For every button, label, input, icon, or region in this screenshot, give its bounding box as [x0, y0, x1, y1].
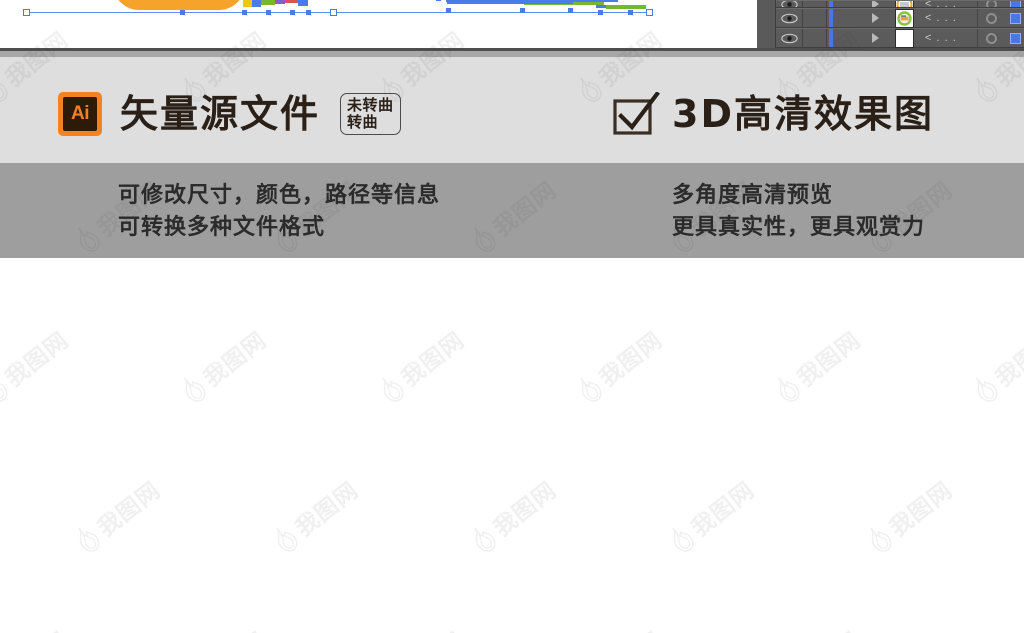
layer-color-swatch — [827, 29, 835, 47]
selection-bounding-line — [26, 12, 650, 13]
disclosure-triangle-icon — [872, 1, 879, 7]
eye-icon — [780, 1, 798, 7]
layer-visibility-toggle[interactable] — [776, 29, 803, 47]
eye-icon — [780, 33, 798, 43]
layer-selection-indicator[interactable] — [1005, 9, 1024, 27]
selection-square-icon — [1009, 12, 1021, 24]
artwork-cluster-purple — [275, 0, 285, 4]
layer-thumbnail — [889, 28, 919, 48]
layer-visibility-toggle[interactable] — [776, 9, 803, 27]
vector-curve-tag-box: 未转曲 转曲 — [340, 92, 401, 136]
selection-handle-left[interactable] — [23, 9, 30, 16]
layers-panel[interactable]: < . . . < . . . < . . . — [775, 0, 1024, 48]
selection-anchor-point[interactable] — [242, 10, 247, 15]
feature-vector-source: Ai 矢量源文件 未转曲 转曲 — [58, 92, 401, 136]
target-circle-icon — [986, 1, 997, 7]
tag-converted: 转曲 — [347, 112, 379, 131]
blank-content-area — [0, 258, 1024, 633]
layer-disclosure-toggle[interactable] — [835, 29, 889, 47]
artwork-orange-blob — [113, 0, 245, 10]
selection-handle-mid[interactable] — [330, 9, 337, 16]
thumb-artwork-icon — [896, 10, 912, 26]
description-line: 多角度高清预览 — [672, 183, 834, 208]
selection-anchor-point[interactable] — [436, 0, 441, 1]
layer-name[interactable]: < . . . — [919, 1, 977, 7]
layer-target-indicator[interactable] — [977, 9, 1005, 27]
adobe-illustrator-icon-label: Ai — [63, 97, 97, 131]
feature-title-vector: 矢量源文件 — [120, 92, 321, 136]
layer-row[interactable]: < . . . — [776, 8, 1024, 28]
layer-row[interactable]: < . . . — [776, 28, 1024, 48]
artwork-blue-outline-b — [447, 2, 573, 4]
disclosure-triangle-icon — [872, 33, 879, 43]
selection-anchor-point[interactable] — [446, 8, 451, 13]
layer-color-swatch — [827, 1, 835, 7]
selection-anchor-point[interactable] — [290, 10, 295, 15]
layer-name-text: < . . . — [925, 32, 957, 44]
artwork-green-bar-b — [606, 5, 646, 9]
checkbox-checked-icon — [613, 92, 660, 135]
layer-visibility-toggle[interactable] — [776, 1, 803, 7]
selection-square-icon — [1009, 1, 1021, 7]
description-line: 可转换多种文件格式 — [118, 214, 326, 240]
feature-3d-preview: 3D高清效果图 — [612, 92, 934, 136]
layer-name-text: < . . . — [925, 0, 957, 8]
selection-anchor-point[interactable] — [598, 10, 603, 15]
layer-thumbnail — [889, 8, 919, 28]
artwork-cluster-green — [261, 0, 275, 5]
green-circle-thumb — [894, 8, 914, 28]
selection-anchor-point[interactable] — [520, 8, 525, 13]
description-3d-preview: 多角度高清预览 更具真实性，更具观赏力 — [672, 180, 925, 244]
selection-anchor-point[interactable] — [306, 10, 311, 15]
layer-lock-toggle[interactable] — [803, 9, 827, 27]
eye-icon — [780, 13, 798, 23]
artwork-cluster-blue-a — [252, 0, 261, 7]
layer-name[interactable]: < . . . — [919, 9, 977, 27]
orange-circle-thumb — [894, 1, 914, 7]
description-vector-source: 可修改尺寸，颜色，路径等信息 可转换多种文件格式 — [118, 180, 440, 244]
layer-thumbnail — [889, 1, 919, 7]
layer-disclosure-toggle[interactable] — [835, 9, 889, 27]
description-line: 可修改尺寸，颜色，路径等信息 — [118, 183, 441, 208]
selection-square-icon — [1009, 32, 1021, 44]
layer-color-swatch — [827, 9, 835, 27]
layer-target-indicator[interactable] — [977, 29, 1005, 47]
tag-not-converted: 未转曲 — [347, 95, 394, 114]
target-circle-icon — [986, 32, 997, 44]
layer-row[interactable]: < . . . — [776, 0, 1024, 8]
illustrator-artboard-canvas[interactable] — [0, 0, 757, 48]
artwork-cluster-yellow — [243, 0, 252, 7]
layer-disclosure-toggle[interactable] — [835, 1, 889, 7]
selection-anchor-point[interactable] — [568, 8, 573, 13]
layer-lock-toggle[interactable] — [803, 1, 827, 7]
selection-anchor-point[interactable] — [180, 10, 185, 15]
white-blank-thumb — [894, 28, 914, 48]
artwork-cluster-blue-b — [298, 0, 308, 6]
description-line: 更具真实性，更具观赏力 — [672, 214, 926, 240]
layer-selection-indicator[interactable] — [1005, 1, 1024, 7]
disclosure-triangle-icon — [872, 13, 879, 23]
layer-name-text: < . . . — [925, 12, 957, 24]
layer-lock-toggle[interactable] — [803, 29, 827, 47]
selection-anchor-point[interactable] — [628, 10, 633, 15]
layer-name[interactable]: < . . . — [919, 29, 977, 47]
adobe-illustrator-icon: Ai — [58, 92, 102, 136]
artwork-cluster-red — [285, 0, 298, 3]
layer-selection-indicator[interactable] — [1005, 29, 1024, 47]
selection-anchor-point[interactable] — [266, 10, 271, 15]
feature-title-3d: 3D高清效果图 — [672, 92, 934, 136]
target-circle-icon — [986, 12, 997, 24]
thumb-artwork-icon — [896, 1, 912, 7]
panel-gutter — [757, 0, 775, 48]
selection-handle-right[interactable] — [646, 9, 653, 16]
layer-target-indicator[interactable] — [977, 1, 1005, 7]
